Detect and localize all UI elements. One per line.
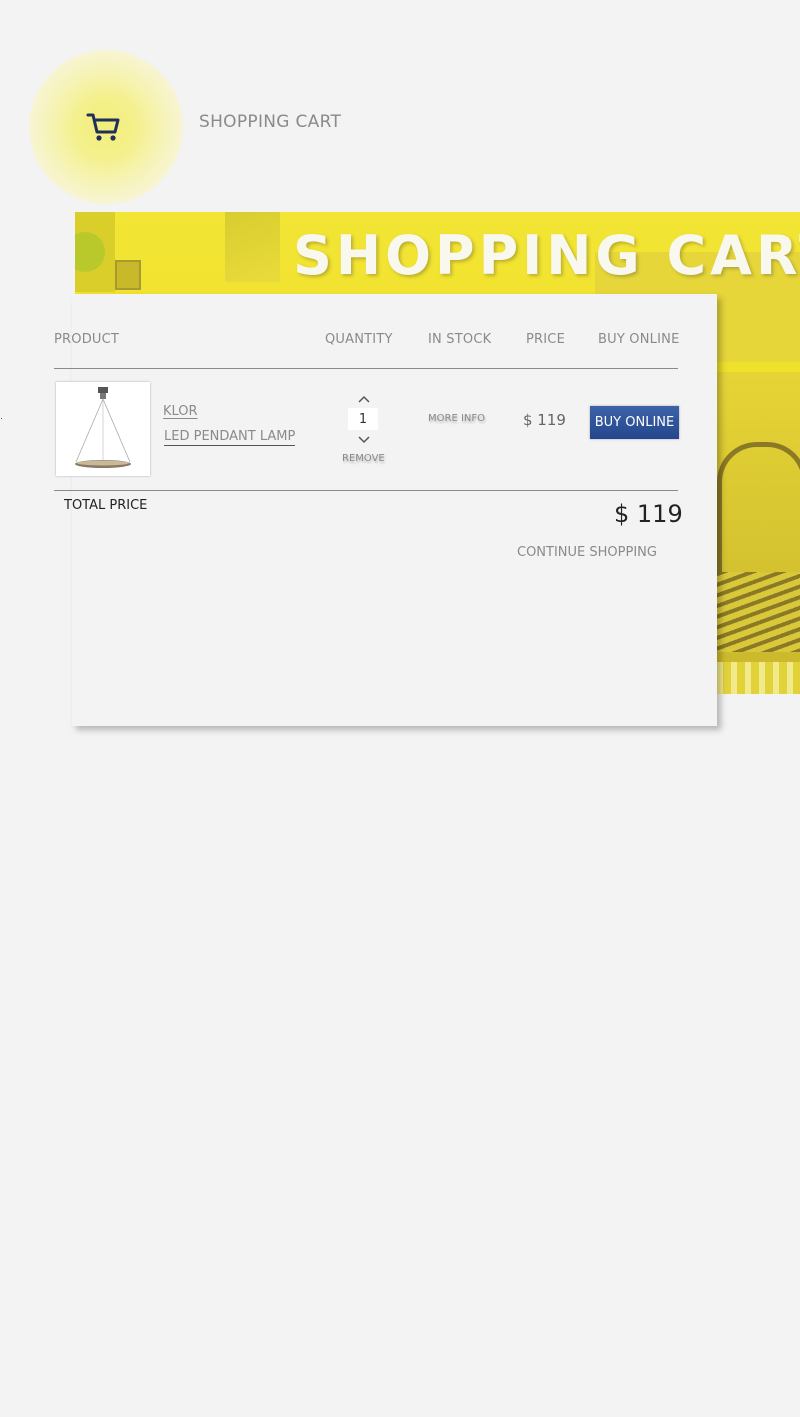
- quantity-input[interactable]: [348, 408, 378, 430]
- col-header-buy-online: BUY ONLINE: [598, 332, 680, 347]
- col-header-price: PRICE: [526, 332, 565, 347]
- shopping-cart-icon[interactable]: [86, 110, 122, 144]
- continue-shopping-link[interactable]: CONTINUE SHOPPING: [517, 545, 657, 560]
- buy-online-button[interactable]: BUY ONLINE: [590, 406, 679, 439]
- col-header-quantity: QUANTITY: [325, 332, 393, 347]
- more-info-link[interactable]: MORE INFO: [428, 413, 485, 424]
- quantity-decrease-icon[interactable]: [357, 435, 371, 445]
- stray-dot: [1, 418, 2, 419]
- row-divider: [54, 490, 678, 491]
- product-thumbnail[interactable]: [56, 382, 150, 476]
- banner-chair-seat-shape: [717, 572, 800, 652]
- remove-item-link[interactable]: REMOVE: [342, 453, 385, 464]
- site-title: SHOPPING CART: [199, 112, 342, 132]
- product-name-link[interactable]: LED PENDANT LAMP: [164, 429, 296, 446]
- product-brand-link[interactable]: KLOR: [163, 404, 198, 419]
- quantity-increase-icon[interactable]: [357, 394, 371, 404]
- col-header-in-stock: IN STOCK: [428, 332, 492, 347]
- pendant-lamp-image: [75, 387, 131, 468]
- total-price-label: TOTAL PRICE: [64, 498, 148, 513]
- item-price: $ 119: [523, 411, 566, 429]
- banner-frame-shape: [115, 260, 141, 290]
- banner-title: SHOPPING CART: [293, 224, 800, 287]
- total-price-value: $ 119: [614, 500, 683, 528]
- col-header-product: PRODUCT: [54, 332, 120, 347]
- banner-floor-shape: [717, 662, 800, 694]
- banner-mirror-shape: [225, 212, 280, 282]
- header-divider: [54, 368, 678, 369]
